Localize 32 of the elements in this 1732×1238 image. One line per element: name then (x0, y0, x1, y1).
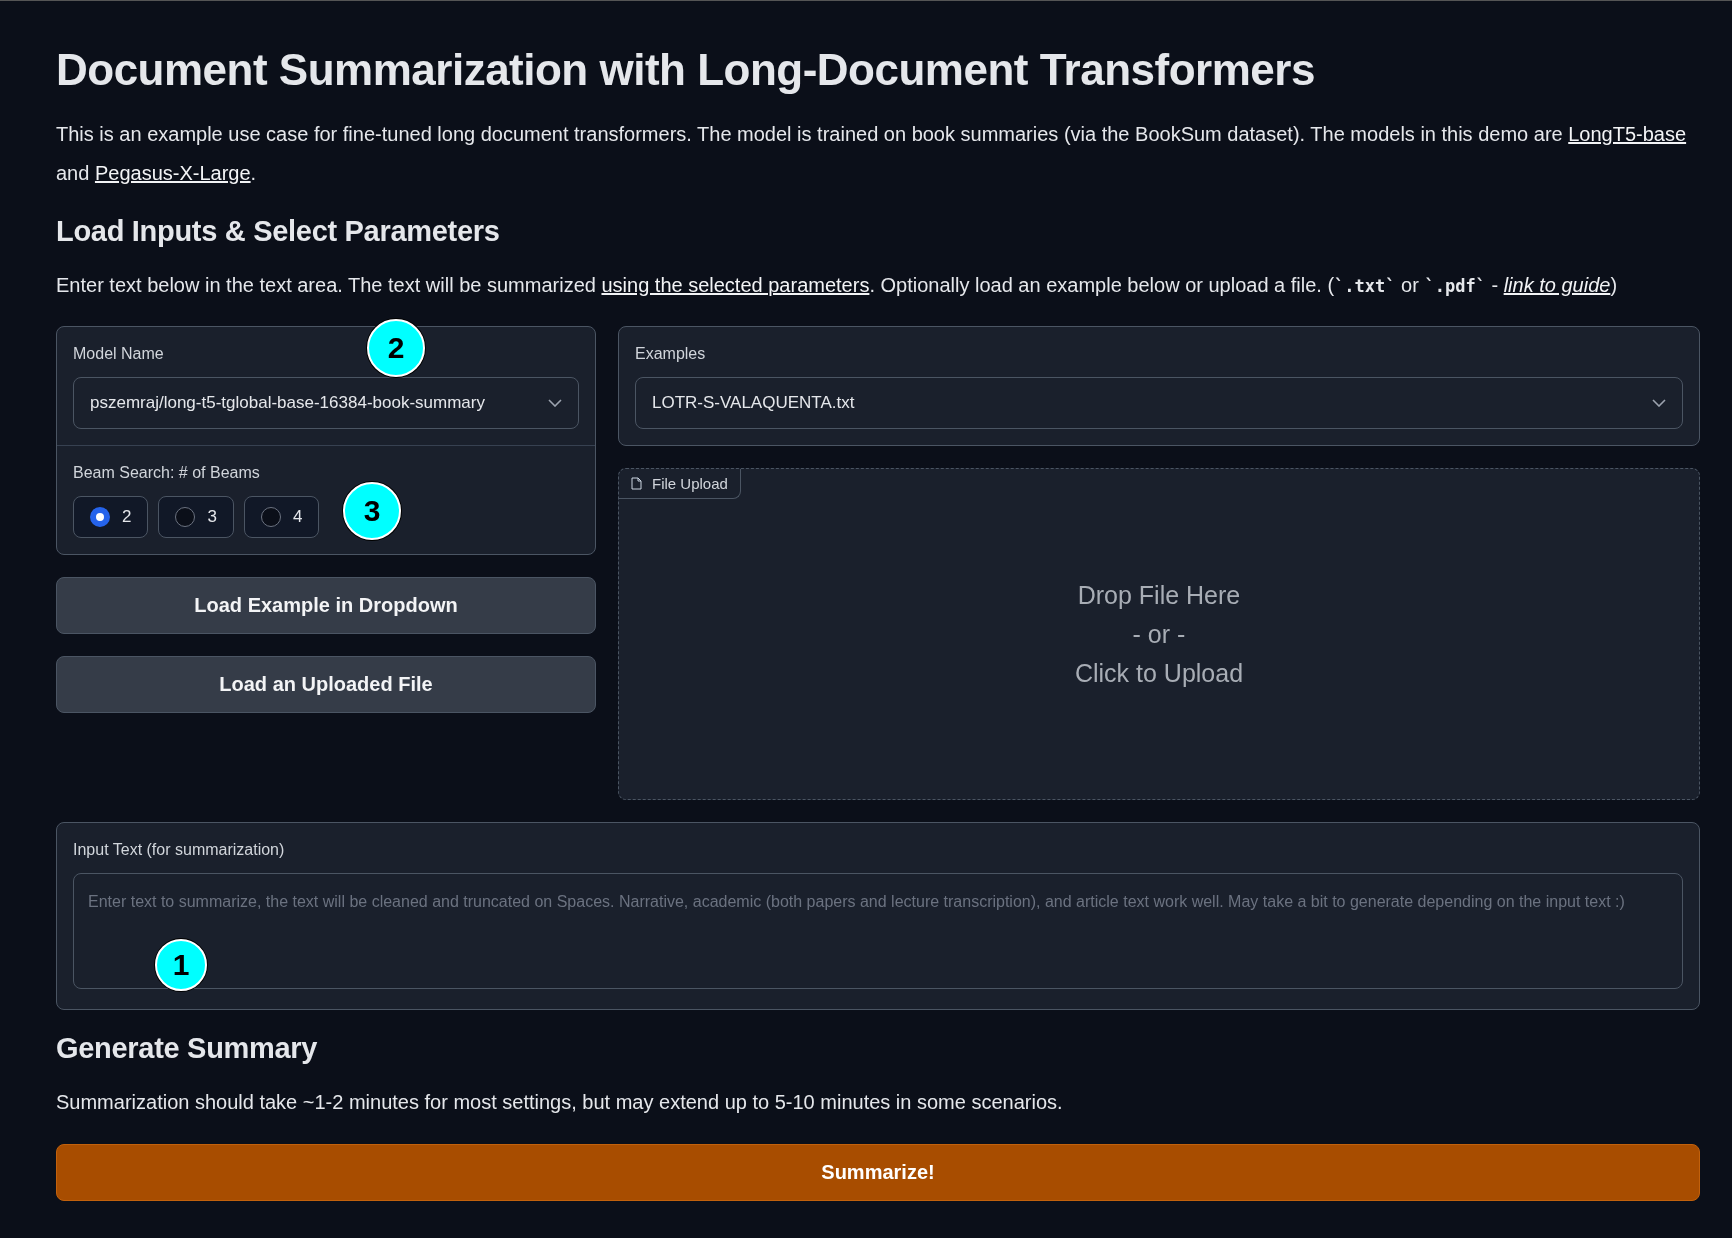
generate-note: Summarization should take ~1-2 minutes for most settings, but may extend up to 5-10 minutes in some scenarios. (56, 1090, 1064, 1115)
field-label: Examples (635, 345, 706, 363)
page-title: Document Summarization with Long-Document Transformers (56, 45, 1316, 95)
chevron-down-icon (548, 399, 562, 407)
beam-radio-option[interactable]: 3 (158, 496, 234, 538)
examples-dropdown[interactable]: LOTR-S-VALAQUENTA.txt (635, 377, 1683, 429)
guide-link[interactable]: link to guide (1503, 274, 1611, 296)
intro-paragraph: This is an example use case for fine-tuned long document transformers. The model is trained on book summaries (via the BookSum dataset). The models in this demo are LongT5-base and Pegasus-X-Large. (56, 122, 1688, 186)
field-label: Model Name (73, 345, 164, 363)
summarize-button[interactable]: Summarize! (56, 1144, 1700, 1201)
beam-radio-option[interactable]: 4 (243, 496, 320, 538)
upload-label: File Upload (652, 475, 728, 492)
file-icon (631, 477, 642, 490)
load-button[interactable]: Load an Uploaded File (56, 656, 596, 713)
drop-hint: - or - (1132, 619, 1186, 649)
model-link[interactable]: Pegasus-X-Large (94, 162, 251, 184)
parameters-link[interactable]: using the selected parameters (601, 274, 870, 296)
beam-radio-option[interactable]: 2 (73, 496, 149, 538)
field-label: Input Text (for summarization) (73, 841, 285, 859)
field-label: Beam Search: # of Beams (73, 464, 260, 482)
instructions-paragraph: Enter text below in the text area. The text will be summarized using the selected parameters. Optionally load an example below or upload a file. (`.txt` or `.pdf` - link to guide) (56, 273, 1619, 298)
annotation-marker: 2 (367, 319, 425, 377)
load-button[interactable]: Load Example in Dropdown (56, 577, 596, 634)
section-heading: Load Inputs & Select Parameters (56, 215, 501, 248)
drop-hint: Drop File Here (1077, 580, 1241, 610)
file-drop-zone[interactable]: File Upload Drop File Here - or - Click to Upload (618, 468, 1700, 800)
chevron-down-icon (1652, 399, 1666, 407)
section-heading: Generate Summary (56, 1032, 319, 1065)
model-link[interactable]: LongT5-base (1568, 123, 1687, 145)
annotation-marker: 3 (343, 482, 401, 540)
model-dropdown[interactable]: pszemraj/long-t5-tglobal-base-16384-book-summary (73, 377, 579, 429)
drop-hint: Click to Upload (1074, 658, 1244, 688)
